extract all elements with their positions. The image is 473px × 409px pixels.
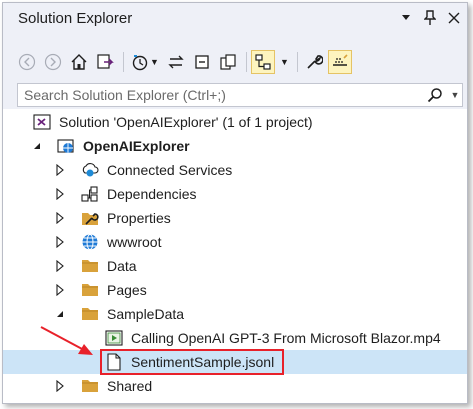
wrench-icon	[307, 55, 323, 69]
sync-with-active-document-button[interactable]	[164, 50, 188, 74]
collapsed-arrow-icon[interactable]	[54, 236, 66, 248]
folder-icon	[81, 257, 99, 275]
toolbar-separator	[123, 52, 124, 72]
collapsed-arrow-icon[interactable]	[54, 260, 66, 272]
view-options-dropdown[interactable]: ▼	[277, 50, 291, 74]
globe-icon	[81, 233, 99, 251]
properties-button[interactable]	[302, 50, 326, 74]
title-bar: Solution Explorer	[3, 3, 467, 33]
tree-item-label: Solution 'OpenAIExplorer' (1 of 1 projec…	[59, 114, 313, 130]
close-icon	[448, 12, 460, 24]
search-input[interactable]	[18, 84, 422, 106]
solution-icon	[33, 113, 51, 131]
pin-icon	[424, 10, 436, 25]
back-button[interactable]	[15, 50, 39, 74]
preview-pane-button[interactable]	[328, 50, 352, 74]
search-box[interactable]: ▼	[17, 83, 463, 107]
solution-tree: Solution 'OpenAIExplorer' (1 of 1 projec…	[3, 109, 467, 403]
properties-wrench-icon	[81, 209, 99, 227]
tree-item-label: Properties	[107, 210, 171, 226]
web-project-icon	[57, 137, 75, 155]
tree-item-label: Calling OpenAI GPT-3 From Microsoft Blaz…	[131, 330, 441, 346]
collapse-all-button[interactable]	[190, 50, 214, 74]
toolbar-separator	[297, 52, 298, 72]
home-icon	[71, 54, 87, 70]
folder-icon	[81, 377, 99, 395]
tree-item-wwwroot[interactable]: wwwroot	[3, 230, 467, 254]
sync-arrows-icon	[168, 55, 184, 69]
tree-item-solution[interactable]: Solution 'OpenAIExplorer' (1 of 1 projec…	[3, 110, 467, 134]
expanded-arrow-icon[interactable]	[31, 140, 43, 152]
dropdown-arrow-icon	[402, 15, 410, 20]
tree-item-project[interactable]: OpenAIExplorer	[3, 134, 467, 158]
hierarchy-icon	[255, 54, 271, 70]
tree-item-label: wwwroot	[107, 234, 162, 250]
switch-views-icon	[97, 54, 114, 69]
dependencies-icon	[81, 185, 99, 203]
tree-item-pages-folder[interactable]: Pages	[3, 278, 467, 302]
auto-hide-pin-button[interactable]	[419, 7, 441, 29]
tree-item-shared-folder[interactable]: Shared	[3, 374, 467, 398]
tree-item-connected-services[interactable]: Connected Services	[3, 158, 467, 182]
folder-open-icon	[81, 305, 99, 323]
close-button[interactable]	[443, 7, 465, 29]
forward-arrow-icon	[44, 53, 62, 71]
callout-highlight-box	[100, 349, 284, 375]
search-button[interactable]	[422, 84, 448, 106]
collapsed-arrow-icon[interactable]	[54, 212, 66, 224]
tree-item-label: Pages	[107, 282, 147, 298]
search-options-dropdown[interactable]: ▼	[448, 84, 462, 106]
show-all-files-icon	[220, 54, 236, 70]
preview-pane-icon	[333, 54, 348, 66]
forward-button[interactable]	[41, 50, 65, 74]
tree-item-label: Connected Services	[107, 162, 233, 178]
expanded-arrow-icon[interactable]	[54, 308, 66, 320]
search-icon	[427, 88, 442, 103]
window-title: Solution Explorer	[18, 9, 133, 27]
collapsed-arrow-icon[interactable]	[54, 284, 66, 296]
solution-explorer-window: Solution Explorer ▼ ▼ Search Solution Ex…	[2, 2, 468, 404]
window-options-dropdown[interactable]	[395, 7, 417, 29]
preview-selected-items-button[interactable]	[251, 50, 275, 74]
tree-item-label: Dependencies	[107, 186, 197, 202]
collapsed-arrow-icon[interactable]	[54, 380, 66, 392]
video-file-icon	[105, 329, 123, 347]
connected-services-icon	[81, 161, 99, 179]
tree-item-sampledata-folder[interactable]: SampleData	[3, 302, 467, 326]
tree-item-video-file[interactable]: Calling OpenAI GPT-3 From Microsoft Blaz…	[3, 326, 467, 350]
tree-item-label: Shared	[107, 378, 153, 394]
folder-icon	[81, 281, 99, 299]
tree-item-label: SampleData	[107, 306, 185, 322]
toolbar: ▼ ▼	[3, 47, 467, 77]
tree-item-dependencies[interactable]: Dependencies	[3, 182, 467, 206]
collapsed-arrow-icon[interactable]	[54, 188, 66, 200]
switch-views-button[interactable]	[93, 50, 117, 74]
back-arrow-icon	[18, 53, 36, 71]
pending-changes-filter-button[interactable]: ▼	[128, 50, 162, 74]
tree-item-label: Data	[107, 258, 137, 274]
dropdown-arrow-icon: ▼	[150, 57, 159, 67]
show-all-files-button[interactable]	[216, 50, 240, 74]
toolbar-separator	[246, 52, 247, 72]
collapse-all-icon	[195, 55, 209, 69]
collapsed-arrow-icon[interactable]	[54, 164, 66, 176]
tree-item-data-folder[interactable]: Data	[3, 254, 467, 278]
home-button[interactable]	[67, 50, 91, 74]
tree-item-label: OpenAIExplorer	[83, 138, 190, 154]
tree-item-properties[interactable]: Properties	[3, 206, 467, 230]
clock-icon	[132, 55, 148, 71]
dropdown-arrow-icon: ▼	[280, 57, 289, 67]
